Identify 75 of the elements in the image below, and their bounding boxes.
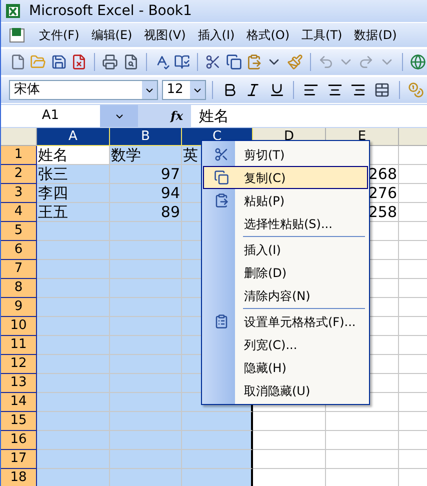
column-header[interactable]: A xyxy=(37,128,110,146)
row-header[interactable]: 13 xyxy=(1,374,37,393)
scissors-icon xyxy=(214,147,228,162)
row-header[interactable]: 4 xyxy=(1,203,37,222)
menu-item[interactable]: 清除内容(N) xyxy=(203,284,368,307)
table-cell: 89 xyxy=(110,203,182,222)
caret-icon xyxy=(190,81,205,99)
formula-field[interactable]: 姓名 xyxy=(191,105,427,127)
table-cell: 张三 xyxy=(37,165,110,184)
row-header[interactable]: 5 xyxy=(1,222,37,241)
menu-item[interactable]: 复制(C) xyxy=(203,166,368,189)
table-cell xyxy=(110,317,182,336)
table-cell: 94 xyxy=(110,184,182,203)
menu-item[interactable]: 插入(I) xyxy=(203,238,368,261)
row-header[interactable]: 17 xyxy=(1,450,37,469)
row-header[interactable]: 16 xyxy=(1,431,37,450)
row-header[interactable]: 15 xyxy=(1,412,37,431)
spreadsheet-icon xyxy=(5,3,21,19)
name-box[interactable]: A1 xyxy=(1,105,138,127)
caret-icon xyxy=(142,81,157,99)
row-header[interactable]: 9 xyxy=(1,298,37,317)
table-cell xyxy=(110,336,182,355)
table-cell xyxy=(110,393,182,412)
table-cell: 数学 xyxy=(110,146,182,165)
menu-item[interactable]: 隐藏(H) xyxy=(203,356,368,379)
font-size-dropdown[interactable]: 12 xyxy=(162,80,206,100)
menu-item[interactable]: 列宽(C)... xyxy=(203,333,368,356)
row-header[interactable]: 10 xyxy=(1,317,37,336)
menu-item[interactable]: 编辑(E) xyxy=(91,26,132,44)
table-cell xyxy=(110,298,182,317)
table-cell: 姓名 xyxy=(37,146,110,165)
row-header[interactable]: 1 xyxy=(1,146,37,165)
column-header[interactable]: B xyxy=(110,128,182,146)
menu-item[interactable]: 设置单元格格式(F)... xyxy=(203,310,368,333)
table-cell xyxy=(182,450,253,469)
table-cell xyxy=(110,450,182,469)
table-cell xyxy=(110,355,182,374)
table-cell xyxy=(110,241,182,260)
table-cell xyxy=(182,412,253,431)
function-label[interactable]: fx xyxy=(138,107,191,125)
table-cell xyxy=(110,431,182,450)
menu-item[interactable]: 数据(D) xyxy=(354,26,397,44)
row-header[interactable]: 6 xyxy=(1,241,37,260)
row-header[interactable]: 14 xyxy=(1,393,37,412)
menu-item[interactable]: 视图(V) xyxy=(144,26,186,44)
table-cell xyxy=(182,469,253,486)
format-cells-icon xyxy=(214,314,228,329)
table-cell xyxy=(182,431,253,450)
window-title: Microsoft Excel - Book1 xyxy=(29,2,192,20)
menu-item[interactable]: 格式(O) xyxy=(246,26,290,44)
table-cell xyxy=(110,412,182,431)
caret-icon xyxy=(100,105,138,127)
menu-item[interactable]: 取消隐藏(U) xyxy=(203,379,368,402)
table-cell xyxy=(110,469,182,486)
row-header[interactable]: 11 xyxy=(1,336,37,355)
font-dropdown[interactable]: 宋体 xyxy=(9,80,158,100)
row-header[interactable]: 7 xyxy=(1,260,37,279)
table-cell: 李四 xyxy=(37,184,110,203)
row-header[interactable]: 2 xyxy=(1,165,37,184)
table-cell: 97 xyxy=(110,165,182,184)
menu-item[interactable]: 工具(T) xyxy=(302,26,342,44)
row-header[interactable]: 3 xyxy=(1,184,37,203)
table-cell xyxy=(110,260,182,279)
row-header[interactable]: 8 xyxy=(1,279,37,298)
table-cell xyxy=(110,222,182,241)
table-cell xyxy=(110,374,182,393)
row-header[interactable]: 12 xyxy=(1,355,37,374)
row-header[interactable]: 18 xyxy=(1,469,37,486)
copy-icon xyxy=(214,170,228,185)
table-cell: 王五 xyxy=(37,203,110,222)
table-cell xyxy=(110,279,182,298)
menu-item[interactable]: 插入(I) xyxy=(198,26,235,44)
menu-item[interactable]: 删除(D) xyxy=(203,261,368,284)
menu-item[interactable]: 文件(F) xyxy=(39,26,80,44)
clipboard-icon xyxy=(214,193,228,208)
